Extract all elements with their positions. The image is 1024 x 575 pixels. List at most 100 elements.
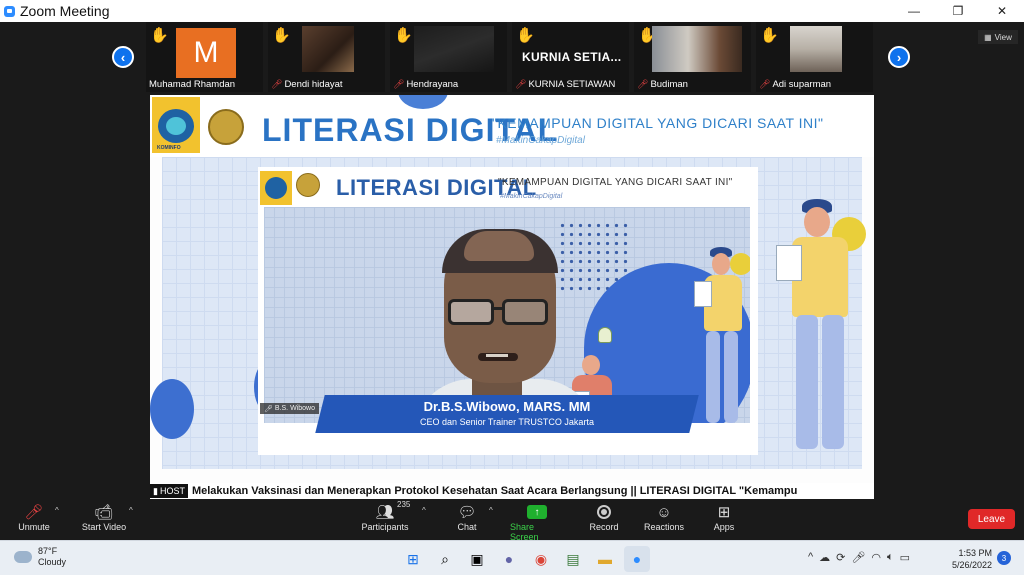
os-taskbar: 87°F Cloudy ⊞ ⌕ ▣ ● ◉ ▤ ▬ ● ^ ☁ ⟳ 🎤︎ ◠ 🔈… [0,540,1024,575]
meeting-toolbar: 🎤︎ Unmute ^ 📹︎ Start Video ^ 👥︎ Particip… [0,500,1024,542]
participant-name-text: Hendrayana [406,79,459,90]
inner-slide-hashtag: #MakinCakapDigital [500,193,563,200]
glasses [448,299,494,325]
participant-name: 🎤︎ KURNIA SETIAWAN [515,79,615,90]
participant-display-name: KURNIA SETIA... [522,50,622,64]
start-video-label: Start Video [81,522,127,532]
share-screen-icon: ↑ [527,505,547,519]
muted-microphone-icon: 🎤︎ [24,504,44,521]
participant-name: 🎤︎ Adi suparman [759,79,831,90]
next-page-icon[interactable]: › [888,46,910,68]
unmute-label: Unmute [18,522,50,532]
news-ticker: ▮ HOST Melakukan Vaksinasi dan Menerapka… [150,483,874,499]
reactions-label: Reactions [643,522,685,532]
inner-slide: LITERASI DIGITAL "KEMAMPUAN DIGITAL YANG… [258,167,758,455]
participant-video [652,26,742,72]
weather-widget[interactable]: 87°F Cloudy [14,546,66,568]
inner-slide-subtitle: "KEMAMPUAN DIGITAL YANG DICARI SAAT INI" [498,177,733,188]
logo-caption: KOMINFO [157,145,181,151]
participant-tile[interactable]: ✋ 🎤︎ Adi suparman [756,22,873,92]
decorative-shape [398,95,448,109]
signal-bars-icon: ▮ [153,485,158,496]
raised-hand-icon: ✋ [516,27,535,44]
minimize-button[interactable]: — [892,0,936,22]
weather-condition: Cloudy [38,557,67,567]
participant-video [790,26,842,72]
zoom-taskbar-icon[interactable]: ● [624,546,650,572]
record-label: Record [589,522,619,532]
teams-chat-icon[interactable]: ● [496,546,522,572]
participant-name-text: Budiman [650,79,688,90]
onedrive-icon[interactable]: ☁ [819,551,830,564]
kominfo-logo: KOMINFO [152,97,200,153]
record-button[interactable]: Record [588,502,620,532]
previous-page-icon[interactable]: ‹ [112,46,134,68]
slide-hashtag: #MakinCakapDigital [496,135,585,146]
clock[interactable]: 1:53 PM 5/26/2022 [948,547,992,571]
raised-hand-icon: ✋ [150,27,169,44]
avatar: M [176,28,236,78]
view-label: View [994,32,1012,42]
participant-name-text: Muhamad Rhamdan [149,79,236,90]
speaker-role: CEO dan Senior Trainer TRUSTCO Jakarta [420,417,594,427]
wifi-icon[interactable]: ◠ [871,551,881,564]
slide-subtitle: "KEMAMPUAN DIGITAL YANG DICARI SAAT INI" [492,115,824,131]
record-icon [597,505,611,519]
apps-button[interactable]: ⊞ Apps [712,502,736,532]
sync-icon[interactable]: ⟳ [836,551,845,564]
audio-options-caret-icon[interactable]: ^ [55,506,59,515]
participant-name: Muhamad Rhamdan [149,79,235,90]
start-video-button[interactable]: 📹︎ Start Video [80,502,128,532]
muted-mic-icon: 🎤︎ [515,79,527,89]
raised-hand-icon: ✋ [272,27,291,44]
chat-options-caret-icon[interactable]: ^ [489,506,493,515]
microphone-icon[interactable]: 🎤︎ [851,551,865,564]
task-view-icon[interactable]: ▣ [464,546,490,572]
share-screen-button[interactable]: ↑ Share Screen [510,502,564,542]
participant-tile[interactable]: ✋ 🎤︎ Budiman [634,22,751,92]
muted-mic-icon: 🎤︎ [271,79,283,89]
participants-options-caret-icon[interactable]: ^ [422,506,426,515]
chat-label: Chat [457,522,477,532]
show-hidden-icons-icon[interactable]: ^ [808,551,813,564]
chat-button[interactable]: 💬︎ Chat [455,502,479,532]
illustration-figure [692,247,750,423]
participant-name-text: Dendi hidayat [284,79,343,90]
participant-tile[interactable]: ✋ KURNIA SETIA... 🎤︎ KURNIA SETIAWAN [512,22,629,92]
volume-icon[interactable]: 🔈︎ [887,551,894,564]
windows-start-icon[interactable]: ⊞ [400,546,426,572]
host-badge-text: HOST [159,486,185,496]
camera-label-text: B.S. Wibowo [274,405,315,412]
ticker-text: Melakukan Vaksinasi dan Menerapkan Proto… [191,485,798,497]
chrome-icon[interactable]: ◉ [528,546,554,572]
meeting-area: ‹ › ▦ View ✋ M Muhamad Rhamdan ✋ 🎤︎ Dendi… [0,22,1024,540]
video-options-caret-icon[interactable]: ^ [129,506,133,515]
maximize-button[interactable]: ❐ [936,0,980,22]
illustration-figure [774,197,864,467]
title-bar: Zoom Meeting — ❐ ✕ [0,0,1024,22]
file-explorer-icon[interactable]: ▬ [592,546,618,572]
participant-tile[interactable]: ✋ M Muhamad Rhamdan [146,22,263,92]
search-icon[interactable]: ⌕ [432,546,458,572]
chat-icon: 💬︎ [457,504,477,521]
battery-icon[interactable]: ▭ [900,551,910,564]
unmute-button[interactable]: 🎤︎ Unmute [16,502,52,532]
speaker-name: Dr.B.S.Wibowo, MARS. MM [423,399,591,414]
participants-count: 235 [397,500,411,509]
notepad-icon[interactable]: ▤ [560,546,586,572]
participant-tile[interactable]: ✋ 🎤︎ Hendrayana [390,22,507,92]
garuda-emblem-icon [208,109,244,145]
apps-label: Apps [713,522,735,532]
share-screen-label: Share Screen [510,522,539,542]
participants-label: Participants [361,522,409,532]
cloud-icon [14,551,32,563]
view-button[interactable]: ▦ View [978,30,1018,44]
participant-tile[interactable]: ✋ 🎤︎ Dendi hidayat [268,22,385,92]
close-button[interactable]: ✕ [980,0,1024,22]
clock-date: 5/26/2022 [951,560,992,570]
reactions-button[interactable]: ☺ Reactions [643,502,685,533]
reactions-icon: ☺ [656,503,672,521]
notification-badge[interactable]: 3 [997,551,1011,565]
leave-button[interactable]: Leave [968,509,1015,529]
slide-header: KOMINFO LITERASI DIGITAL "KEMAMPUAN DIGI… [150,95,874,157]
